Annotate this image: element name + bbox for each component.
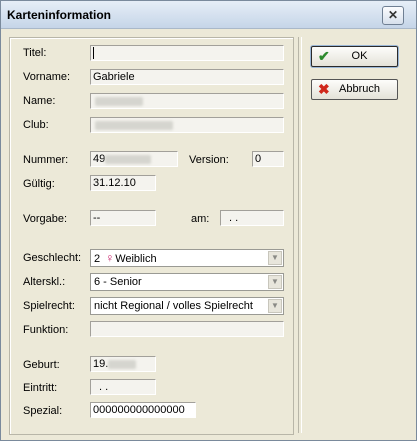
ok-button[interactable]: ✔ OK — [311, 46, 398, 67]
nummer-label: Nummer: — [23, 154, 69, 166]
version-label: Version: — [189, 154, 229, 166]
gueltig-label: Gültig: — [23, 178, 55, 190]
geschlecht-text: Weiblich — [115, 253, 157, 265]
am-field[interactable]: . . — [220, 210, 284, 226]
geburt-field[interactable]: 19. — [90, 356, 156, 372]
nummer-field[interactable]: 49 — [90, 151, 178, 167]
chevron-down-icon[interactable]: ▼ — [268, 275, 282, 289]
dialog-window: Karteninformation ✕ Titel: Vorname: Gabr… — [0, 0, 417, 441]
eintritt-value: . . — [99, 381, 109, 393]
vorname-field[interactable]: Gabriele — [90, 69, 284, 85]
eintritt-label: Eintritt: — [23, 382, 58, 394]
version-value: 0 — [255, 153, 262, 165]
redacted-name — [95, 96, 143, 106]
text-cursor — [93, 47, 94, 60]
am-label: am: — [191, 213, 210, 225]
am-value: . . — [229, 212, 239, 224]
gueltig-field[interactable]: 31.12.10 — [90, 175, 156, 191]
spezial-label: Spezial: — [23, 405, 63, 417]
vorgabe-field[interactable]: -- — [90, 210, 156, 226]
geschlecht-label: Geschlecht: — [23, 252, 82, 264]
spezial-value: 000000000000000 — [93, 404, 185, 416]
vertical-separator — [298, 37, 302, 433]
club-label: Club: — [23, 119, 49, 131]
chevron-down-icon[interactable]: ▼ — [268, 299, 282, 313]
cancel-button-label: Abbruch — [339, 83, 380, 95]
name-field[interactable] — [90, 93, 284, 109]
title-bar: Karteninformation ✕ — [1, 1, 416, 29]
spielrecht-select[interactable]: nicht Regional / volles Spielrecht ▼ — [90, 297, 284, 315]
close-button[interactable]: ✕ — [382, 6, 404, 25]
geburt-value: 19. — [93, 358, 109, 370]
club-field[interactable] — [90, 117, 284, 133]
name-label: Name: — [23, 95, 56, 107]
version-field[interactable]: 0 — [252, 151, 284, 167]
alterskl-value: 6 - Senior — [94, 276, 142, 288]
spielrecht-label: Spielrecht: — [23, 300, 75, 312]
cancel-button[interactable]: ✖ Abbruch — [311, 79, 398, 100]
alterskl-select[interactable]: 6 - Senior ▼ — [90, 273, 284, 291]
dialog-client-area: Titel: Vorname: Gabriele Name: Club: Num… — [1, 29, 416, 440]
alterskl-label: Alterskl.: — [23, 276, 66, 288]
gueltig-value: 31.12.10 — [93, 177, 136, 189]
titel-field[interactable] — [90, 45, 284, 61]
spezial-field[interactable]: 000000000000000 — [90, 402, 196, 418]
funktion-field[interactable] — [90, 321, 284, 337]
ok-button-label: OK — [351, 50, 368, 62]
funktion-label: Funktion: — [23, 324, 69, 336]
geschlecht-code: 2 — [94, 253, 101, 265]
redacted-nummer — [105, 154, 152, 164]
spielrecht-value: nicht Regional / volles Spielrecht — [94, 300, 253, 312]
vorgabe-label: Vorgabe: — [23, 213, 68, 225]
titel-label: Titel: — [23, 47, 47, 59]
female-icon: ♀ — [105, 251, 115, 265]
vorgabe-value: -- — [93, 212, 101, 224]
eintritt-field[interactable]: . . — [90, 379, 156, 395]
nummer-value: 49 — [93, 153, 106, 165]
redacted-geburt — [108, 359, 137, 369]
geburt-label: Geburt: — [23, 359, 60, 371]
vorname-label: Vorname: — [23, 71, 71, 83]
redacted-club — [95, 120, 173, 130]
chevron-down-icon[interactable]: ▼ — [268, 251, 282, 265]
window-title: Karteninformation — [7, 8, 112, 22]
vorname-value: Gabriele — [93, 71, 135, 83]
geschlecht-select[interactable]: 2 ♀Weiblich ▼ — [90, 249, 284, 267]
